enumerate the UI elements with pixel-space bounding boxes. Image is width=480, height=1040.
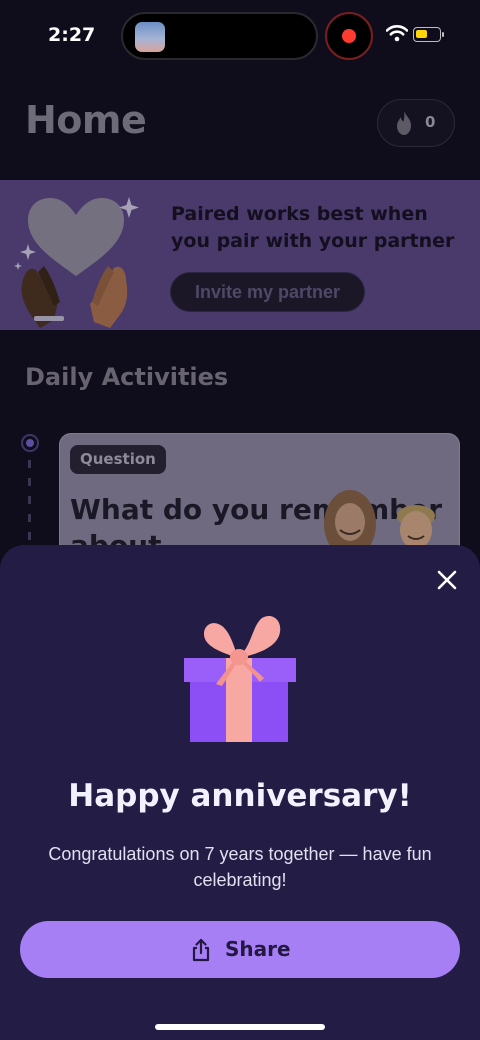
activity-card[interactable]: Question What do you remember about xyxy=(59,433,460,563)
sheet-subtitle: Congratulations on 7 years together — ha… xyxy=(48,844,432,890)
gift-icon xyxy=(184,615,296,742)
timeline-line xyxy=(28,460,31,550)
heart-hands-illustration xyxy=(14,197,139,328)
battery-level xyxy=(416,30,427,38)
screen-recording-indicator[interactable] xyxy=(325,12,373,60)
page-title: Home xyxy=(25,98,147,142)
share-icon xyxy=(192,938,210,962)
timeline-node-icon xyxy=(21,434,39,452)
invite-banner: Paired works best when you pair with you… xyxy=(0,180,480,330)
dynamic-island xyxy=(121,12,318,60)
status-bar: 2:27 xyxy=(0,0,480,72)
sheet-title: Happy anniversary! xyxy=(68,778,412,814)
invite-partner-button[interactable]: Invite my partner xyxy=(170,272,365,312)
streak-count: 0 xyxy=(425,113,436,131)
battery-icon xyxy=(413,27,441,42)
share-button[interactable]: Share xyxy=(20,921,460,978)
section-title-daily-activities: Daily Activities xyxy=(25,363,229,391)
app-thumbnail-icon xyxy=(135,22,165,52)
screen-recording-icon xyxy=(342,29,356,43)
home-indicator[interactable] xyxy=(155,1024,325,1030)
wifi-icon xyxy=(386,25,408,42)
banner-text: Paired works best when you pair with you… xyxy=(171,203,455,252)
battery-cap xyxy=(442,32,444,37)
flame-icon xyxy=(397,111,411,135)
share-button-label: Share xyxy=(225,937,291,961)
close-icon[interactable] xyxy=(433,566,461,594)
status-time: 2:27 xyxy=(48,24,96,46)
question-tag: Question xyxy=(70,445,166,474)
streak-button[interactable]: 0 xyxy=(377,99,455,147)
